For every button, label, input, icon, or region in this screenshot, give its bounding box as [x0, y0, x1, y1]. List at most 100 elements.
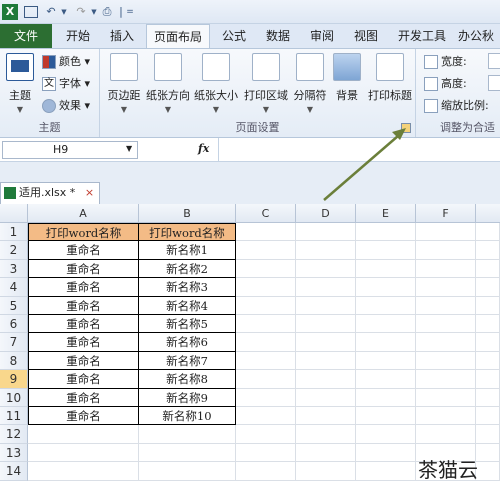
column-header-d[interactable]: D: [296, 204, 356, 223]
tab-page-layout[interactable]: 页面布局: [146, 24, 210, 49]
empty-cell[interactable]: [139, 425, 236, 444]
empty-cell[interactable]: [236, 278, 296, 297]
height-input[interactable]: [488, 75, 500, 91]
empty-cell[interactable]: [236, 241, 296, 260]
tab-data[interactable]: 数据: [258, 24, 298, 48]
width-input[interactable]: [488, 53, 500, 69]
table-cell[interactable]: 新名称2: [139, 259, 236, 279]
colors-button[interactable]: 颜色 ▾: [42, 53, 90, 71]
redo-dropdown-icon[interactable]: ▼: [90, 4, 98, 20]
orientation-button[interactable]: 纸张方向 ▼: [144, 53, 192, 114]
empty-cell[interactable]: [296, 351, 356, 371]
tab-view[interactable]: 视图: [346, 24, 386, 48]
undo-dropdown-icon[interactable]: ▼: [60, 4, 68, 20]
redo-icon[interactable]: ↷: [74, 4, 88, 20]
empty-cell[interactable]: [416, 407, 476, 426]
empty-cell[interactable]: [236, 296, 296, 315]
row-header-11[interactable]: 11: [0, 407, 28, 426]
print-titles-button[interactable]: 打印标题: [366, 53, 414, 103]
table-cell[interactable]: 新名称7: [139, 351, 236, 371]
empty-cell[interactable]: [236, 315, 296, 334]
table-cell[interactable]: 重命名: [28, 259, 139, 279]
tab-review[interactable]: 审阅: [302, 24, 342, 48]
empty-cell[interactable]: [236, 370, 296, 389]
column-header-a[interactable]: A: [28, 204, 139, 223]
empty-cell[interactable]: [476, 351, 500, 371]
empty-cell[interactable]: [356, 259, 416, 279]
customize-qat-icon[interactable]: =: [126, 4, 134, 20]
row-header-7[interactable]: 7: [0, 333, 28, 352]
save-icon[interactable]: [24, 6, 38, 18]
empty-cell[interactable]: [28, 462, 139, 481]
row-header-13[interactable]: 13: [0, 443, 28, 463]
effects-button[interactable]: 效果 ▾: [42, 97, 90, 115]
empty-cell[interactable]: [139, 462, 236, 481]
row-header-4[interactable]: 4: [0, 278, 28, 297]
empty-cell[interactable]: [356, 462, 416, 481]
table-header-cell[interactable]: 打印word名称: [28, 223, 139, 242]
empty-cell[interactable]: [416, 370, 476, 389]
empty-cell[interactable]: [236, 333, 296, 352]
table-cell[interactable]: 重命名: [28, 370, 139, 389]
empty-cell[interactable]: [416, 278, 476, 297]
empty-cell[interactable]: [28, 443, 139, 463]
empty-cell[interactable]: [296, 296, 356, 315]
empty-cell[interactable]: [416, 223, 476, 242]
name-box[interactable]: H9: [2, 141, 138, 159]
empty-cell[interactable]: [476, 407, 500, 426]
undo-icon[interactable]: ↶: [44, 4, 58, 20]
empty-cell[interactable]: [476, 241, 500, 260]
row-header-14[interactable]: 14: [0, 462, 28, 481]
empty-cell[interactable]: [356, 370, 416, 389]
empty-cell[interactable]: [139, 443, 236, 463]
empty-cell[interactable]: [356, 443, 416, 463]
tab-developer[interactable]: 开发工具: [390, 24, 454, 48]
table-cell[interactable]: 新名称4: [139, 296, 236, 315]
themes-button[interactable]: 主题 ▼: [2, 53, 38, 114]
fonts-button[interactable]: 文字体 ▾: [42, 75, 90, 93]
empty-cell[interactable]: [296, 443, 356, 463]
print-area-button[interactable]: 打印区域 ▼: [242, 53, 290, 114]
row-header-5[interactable]: 5: [0, 296, 28, 315]
table-cell[interactable]: 新名称10: [139, 407, 236, 426]
empty-cell[interactable]: [416, 296, 476, 315]
table-cell[interactable]: 新名称8: [139, 370, 236, 389]
empty-cell[interactable]: [476, 278, 500, 297]
workbook-close-icon[interactable]: ×: [85, 186, 94, 199]
empty-cell[interactable]: [296, 315, 356, 334]
row-header-10[interactable]: 10: [0, 388, 28, 407]
tab-insert[interactable]: 插入: [102, 24, 142, 48]
empty-cell[interactable]: [416, 388, 476, 407]
table-cell[interactable]: 新名称5: [139, 315, 236, 334]
empty-cell[interactable]: [416, 333, 476, 352]
empty-cell[interactable]: [296, 241, 356, 260]
table-header-cell[interactable]: 打印word名称: [139, 223, 236, 242]
empty-cell[interactable]: [356, 425, 416, 444]
select-all-corner[interactable]: [0, 204, 28, 223]
empty-cell[interactable]: [236, 425, 296, 444]
workbook-tab[interactable]: 适用.xlsx * ×: [0, 182, 100, 204]
empty-cell[interactable]: [416, 425, 476, 444]
table-cell[interactable]: 重命名: [28, 388, 139, 407]
empty-cell[interactable]: [236, 259, 296, 279]
table-cell[interactable]: 新名称1: [139, 241, 236, 260]
empty-cell[interactable]: [356, 333, 416, 352]
tab-office-tools[interactable]: 办公秋: [458, 24, 500, 48]
name-box-dropdown-icon[interactable]: ▼: [126, 144, 132, 153]
row-header-6[interactable]: 6: [0, 315, 28, 334]
empty-cell[interactable]: [236, 462, 296, 481]
empty-cell[interactable]: [236, 351, 296, 371]
empty-cell[interactable]: [416, 259, 476, 279]
row-header-12[interactable]: 12: [0, 425, 28, 444]
row-header-8[interactable]: 8: [0, 351, 28, 371]
page-setup-dialog-launcher-icon[interactable]: [401, 123, 411, 133]
tab-home[interactable]: 开始: [58, 24, 98, 48]
empty-cell[interactable]: [476, 315, 500, 334]
empty-cell[interactable]: [296, 388, 356, 407]
empty-cell[interactable]: [28, 425, 139, 444]
row-header-9[interactable]: 9: [0, 370, 28, 389]
empty-cell[interactable]: [236, 388, 296, 407]
empty-cell[interactable]: [296, 223, 356, 242]
empty-cell[interactable]: [356, 388, 416, 407]
empty-cell[interactable]: [296, 259, 356, 279]
